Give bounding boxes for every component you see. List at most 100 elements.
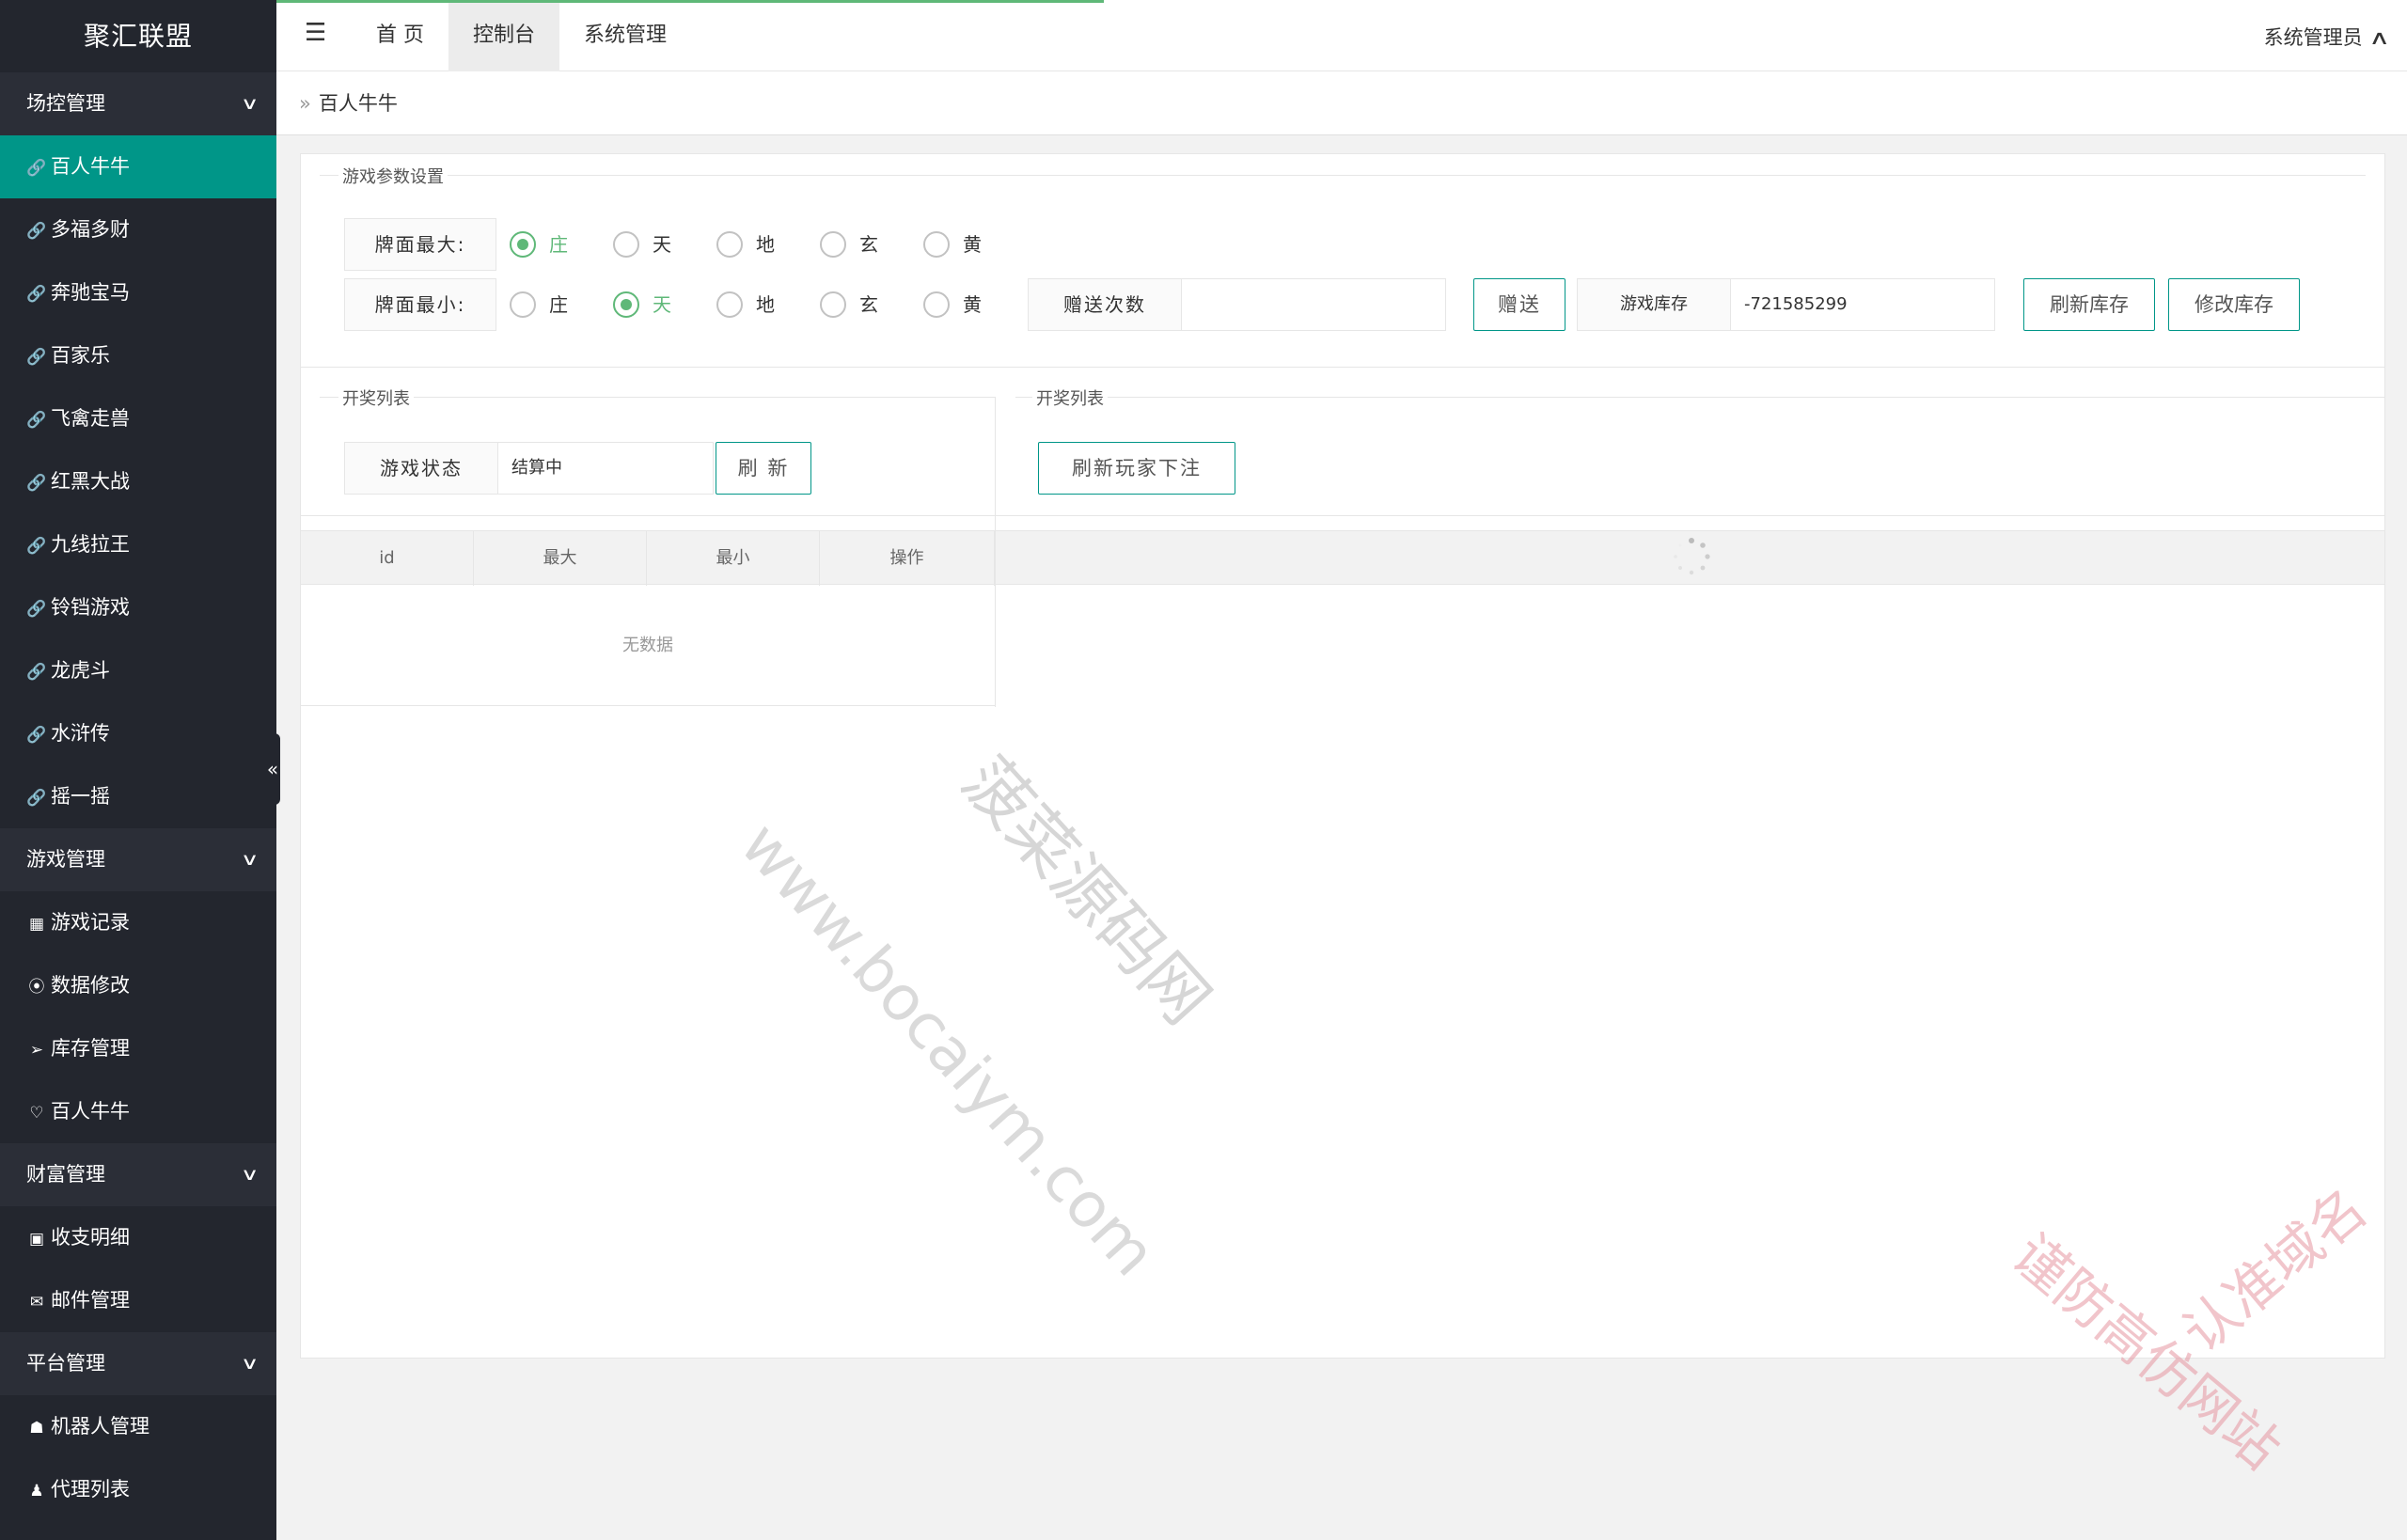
nav-group-platform-management[interactable]: 平台管理 ∨ xyxy=(0,1332,276,1395)
radio-circle xyxy=(716,230,743,258)
radio-label: 天 xyxy=(653,233,671,256)
sidebar-item-water-margin[interactable]: 🔗 水浒传 xyxy=(0,702,276,765)
refresh-stock-button[interactable]: 刷新库存 xyxy=(2023,278,2155,331)
sidebar-collapse-button[interactable]: « xyxy=(265,733,280,805)
sidebar-item-label: 百家乐 xyxy=(51,344,110,367)
radio-label: 地 xyxy=(756,293,775,316)
sidebar-item-label: 九线拉王 xyxy=(51,533,130,556)
link-icon: 🔗 xyxy=(26,663,47,682)
menu-toggle-icon[interactable]: ☰ xyxy=(305,19,326,47)
user-icon: ♟ xyxy=(29,1482,44,1501)
link-icon: 🔗 xyxy=(26,222,47,241)
tab-console[interactable]: 控制台 xyxy=(448,0,560,71)
sidebar-item-bell-game[interactable]: 🔗 铃铛游戏 xyxy=(0,576,276,639)
link-icon: 🔗 xyxy=(26,159,47,178)
chevron-up-icon: ∧ xyxy=(2368,26,2390,49)
radio-label: 庄 xyxy=(549,233,568,256)
sidebar-item-label: 龙虎斗 xyxy=(51,659,110,682)
sidebar-item-stock-management[interactable]: ➢ 库存管理 xyxy=(0,1017,276,1080)
app-logo: 聚汇联盟 xyxy=(83,21,193,52)
radio-label: 庄 xyxy=(549,293,568,316)
radio-circle xyxy=(716,291,743,318)
sidebar-item-shake[interactable]: 🔗 摇一摇 xyxy=(0,765,276,828)
min-radio-di[interactable]: 地 xyxy=(716,278,775,331)
link-icon: 🔗 xyxy=(26,348,47,367)
sidebar-item-dragon-tiger[interactable]: 🔗 龙虎斗 xyxy=(0,639,276,702)
max-card-label: 牌面最大: xyxy=(344,218,496,271)
max-radio-tian[interactable]: 天 xyxy=(613,218,671,271)
paper-plane-icon: ➢ xyxy=(29,1041,44,1060)
tab-home[interactable]: 首 页 xyxy=(352,0,448,71)
sidebar-item-benchi-baoma[interactable]: 🔗 奔驰宝马 xyxy=(0,261,276,324)
modify-stock-button[interactable]: 修改库存 xyxy=(2168,278,2300,331)
sidebar-item-robot-management[interactable]: ☗ 机器人管理 xyxy=(0,1395,276,1458)
nav-group-wealth-management[interactable]: 财富管理 ∨ xyxy=(0,1143,276,1206)
game-status-label: 游戏状态 xyxy=(344,442,498,495)
radio-label: 天 xyxy=(653,293,671,316)
sidebar-item-mail-management[interactable]: ✉ 邮件管理 xyxy=(0,1269,276,1332)
sidebar-nav: 场控管理 ∨ 🔗 百人牛牛 🔗 多福多财 🔗 奔驰宝马 🔗 百家乐 🔗 飞禽走兽 🔗 红黑大… xyxy=(0,72,276,1521)
min-radio-huang[interactable]: 黄 xyxy=(923,278,982,331)
column-header-id[interactable]: id xyxy=(301,531,474,586)
mail-icon: ✉ xyxy=(29,1293,44,1312)
game-stock-input[interactable]: -721585299 xyxy=(1730,278,1995,331)
sidebar-item-data-edit[interactable]: ⦿ 数据修改 xyxy=(0,954,276,1017)
chevron-down-icon: ∨ xyxy=(240,1165,260,1185)
sidebar-item-bairen-niuniu[interactable]: 🔗 百人牛牛 xyxy=(0,135,276,198)
sidebar-item-game-records[interactable]: ▦ 游戏记录 xyxy=(0,891,276,954)
sidebar-item-feiqin-zoushou[interactable]: 🔗 飞禽走兽 xyxy=(0,387,276,450)
sidebar-item-red-black[interactable]: 🔗 红黑大战 xyxy=(0,450,276,513)
heart-icon: ♡ xyxy=(29,1104,44,1123)
gift-button[interactable]: 赠送 xyxy=(1473,278,1565,331)
column-header-max[interactable]: 最大 xyxy=(474,531,647,586)
sidebar-item-baccarat[interactable]: 🔗 百家乐 xyxy=(0,324,276,387)
sidebar-item-label: 摇一摇 xyxy=(51,785,110,808)
lottery-right-legend: 开奖列表 xyxy=(1032,385,1108,410)
refresh-status-button[interactable]: 刷 新 xyxy=(716,442,811,495)
gift-count-input[interactable] xyxy=(1181,278,1446,331)
sidebar-item-label: 铃铛游戏 xyxy=(51,596,130,619)
sidebar-item-label: 机器人管理 xyxy=(51,1415,149,1438)
sidebar-item-duofu-duocai[interactable]: 🔗 多福多财 xyxy=(0,198,276,261)
sidebar-item-bairen-niuniu-2[interactable]: ♡ 百人牛牛 xyxy=(0,1080,276,1143)
lottery-left-legend: 开奖列表 xyxy=(338,385,414,410)
chevron-down-icon: ∨ xyxy=(240,1354,260,1374)
nav-group-scene-control[interactable]: 场控管理 ∨ xyxy=(0,72,276,135)
breadcrumb: » 百人牛牛 xyxy=(276,71,2407,135)
broadcast-icon: ⦿ xyxy=(28,978,45,997)
section-divider xyxy=(301,515,2384,516)
user-menu[interactable]: 系统管理员 ∧ xyxy=(2264,23,2390,51)
sidebar-item-label: 收支明细 xyxy=(51,1226,130,1249)
sidebar-item-income-expense[interactable]: ▣ 收支明细 xyxy=(0,1206,276,1269)
sidebar-item-agent-list[interactable]: ♟ 代理列表 xyxy=(0,1458,276,1521)
section-divider xyxy=(301,367,2384,368)
min-radio-tian[interactable]: 天 xyxy=(613,278,671,331)
column-divider xyxy=(995,530,996,707)
nav-group-game-management[interactable]: 游戏管理 ∨ xyxy=(0,828,276,891)
min-radio-xuan[interactable]: 玄 xyxy=(820,278,878,331)
max-radio-zhuang[interactable]: 庄 xyxy=(510,218,568,271)
radio-circle xyxy=(510,291,536,318)
lottery-table-header: id 最大 最小 操作 xyxy=(301,530,2384,586)
link-icon: 🔗 xyxy=(26,537,47,556)
refresh-player-bets-button[interactable]: 刷新玩家下注 xyxy=(1038,442,1235,495)
game-status-input[interactable]: 结算中 xyxy=(497,442,714,495)
min-radio-zhuang[interactable]: 庄 xyxy=(510,278,568,331)
radio-label: 黄 xyxy=(963,293,982,316)
max-radio-huang[interactable]: 黄 xyxy=(923,218,982,271)
radio-label: 黄 xyxy=(963,233,982,256)
breadcrumb-current: 百人牛牛 xyxy=(318,92,398,115)
loading-spinner-icon xyxy=(1674,538,1710,575)
sidebar-item-label: 飞禽走兽 xyxy=(51,407,130,430)
radio-circle xyxy=(613,291,639,318)
max-radio-xuan[interactable]: 玄 xyxy=(820,218,878,271)
sidebar-item-nine-line[interactable]: 🔗 九线拉王 xyxy=(0,513,276,576)
tab-system-management[interactable]: 系统管理 xyxy=(559,0,691,71)
sidebar-item-label: 游戏记录 xyxy=(51,911,130,934)
max-radio-di[interactable]: 地 xyxy=(716,218,775,271)
nav-group-label: 平台管理 xyxy=(26,1352,105,1375)
column-header-action: 操作 xyxy=(820,531,995,586)
column-header-min[interactable]: 最小 xyxy=(647,531,820,586)
link-icon: 🔗 xyxy=(26,411,47,430)
breadcrumb-separator: » xyxy=(299,92,311,115)
